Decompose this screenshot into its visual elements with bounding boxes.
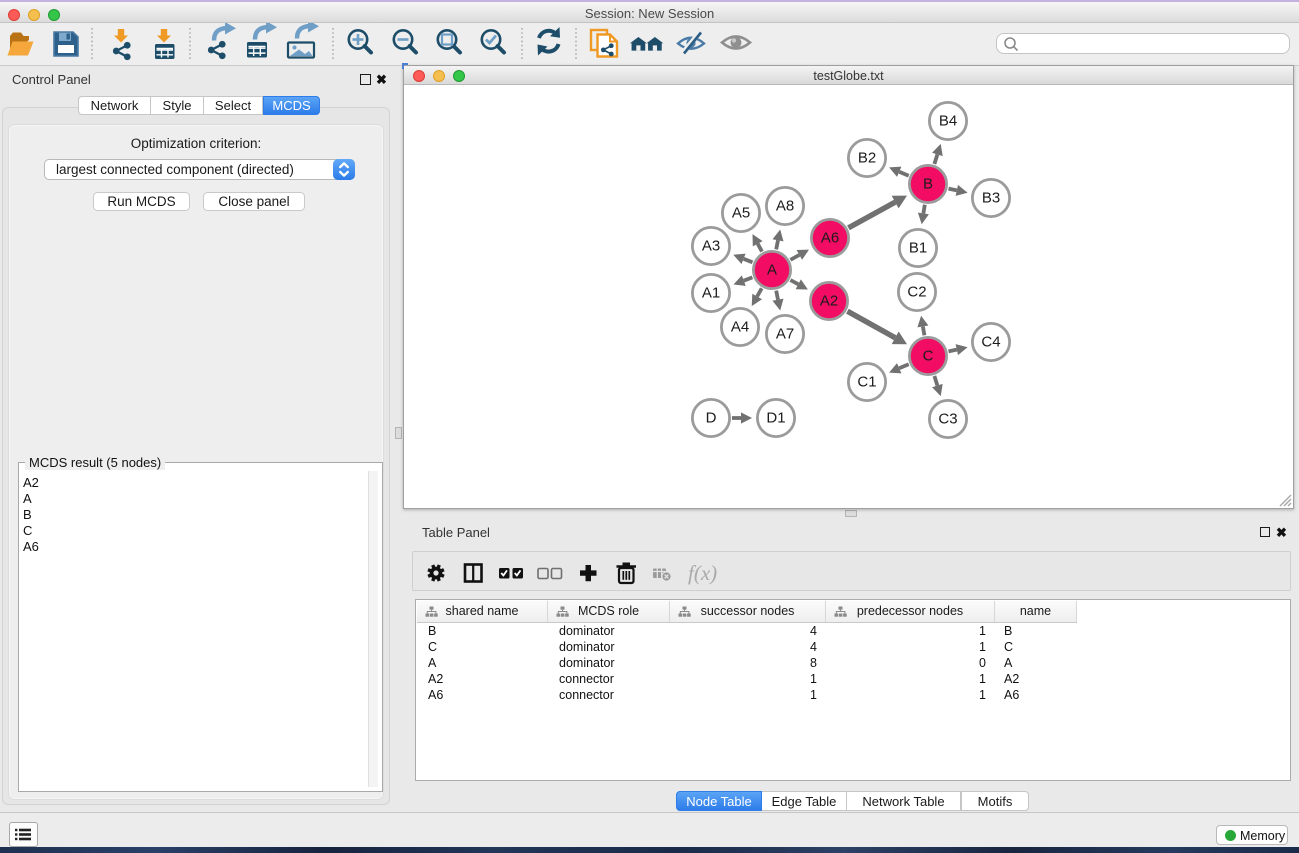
svg-text:f(x): f(x)	[688, 561, 717, 585]
